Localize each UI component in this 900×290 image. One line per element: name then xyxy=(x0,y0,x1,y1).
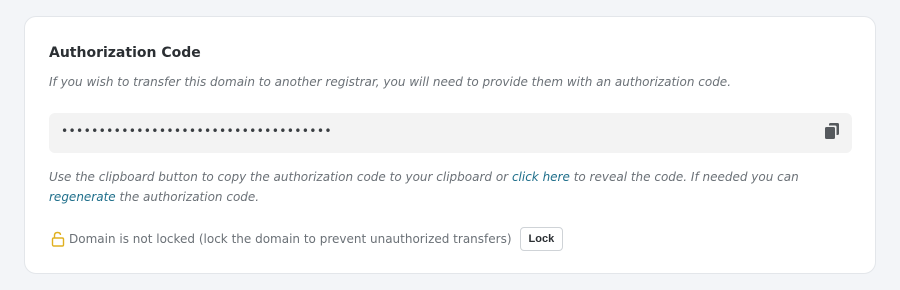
reveal-code-link[interactable]: click here xyxy=(512,170,570,184)
section-description: If you wish to transfer this domain to a… xyxy=(49,75,732,89)
authorization-code-card: Authorization Code If you wish to transf… xyxy=(24,16,876,274)
clipboard-copy-icon xyxy=(824,122,840,144)
lock-domain-button[interactable]: Lock xyxy=(519,227,564,251)
help-text-part-1: Use the clipboard button to copy the aut… xyxy=(49,170,512,184)
lock-status-text: Domain is not locked (lock the domain to… xyxy=(69,232,512,246)
help-text-part-3: the authorization code. xyxy=(115,190,260,204)
domain-lock-status: Domain is not locked (lock the domain to… xyxy=(51,227,564,251)
regenerate-code-link[interactable]: regenerate xyxy=(49,190,116,204)
help-text-part-2: to reveal the code. If needed you can xyxy=(569,170,799,184)
authorization-code-field[interactable]: •••••••••••••••••••••••••••••••••••• xyxy=(49,113,852,153)
unlocked-padlock-icon xyxy=(51,231,65,247)
section-title: Authorization Code xyxy=(49,45,201,61)
authorization-code-value: •••••••••••••••••••••••••••••••••••• xyxy=(61,124,332,138)
help-text: Use the clipboard button to copy the aut… xyxy=(49,167,839,207)
copy-to-clipboard-button[interactable] xyxy=(822,123,842,143)
